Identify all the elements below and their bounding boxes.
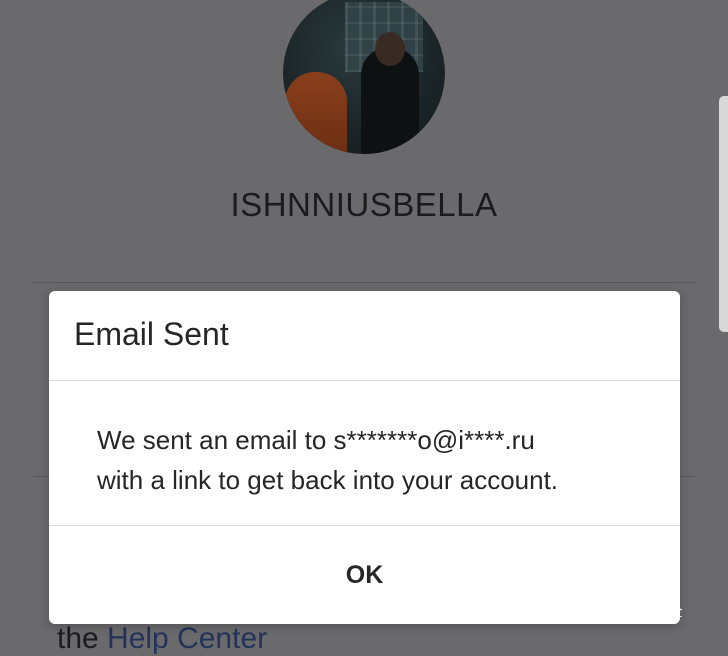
background-divider (33, 282, 695, 283)
email-sent-dialog: Email Sent We sent an email to s*******o… (49, 291, 680, 624)
scrollbar[interactable] (719, 96, 728, 332)
screen: ISHNNIUSBELLA the Help Center Email Sent… (0, 0, 728, 655)
help-center-prefix: the (57, 622, 108, 655)
ok-button[interactable]: OK (49, 526, 680, 624)
dialog-message-line1: We sent an email to s*******o@i****.ru (97, 425, 535, 455)
help-center-link[interactable]: Help Center (107, 622, 267, 655)
dialog-message: We sent an email to s*******o@i****.ru w… (97, 420, 657, 500)
help-center-text: the Help Center (57, 622, 267, 656)
dialog-title: Email Sent (74, 316, 229, 352)
watermark-text: E安全 (648, 603, 683, 619)
dialog-divider-top (49, 380, 680, 381)
dialog-message-line2: with a link to get back into your accoun… (97, 465, 559, 495)
watermark: E安全 (622, 597, 683, 623)
avatar-figure-left (285, 72, 347, 154)
avatar-figure-head (375, 32, 405, 66)
profile-username: ISHNNIUSBELLA (230, 186, 498, 223)
wechat-icon (622, 601, 643, 618)
profile-avatar (283, 0, 445, 154)
